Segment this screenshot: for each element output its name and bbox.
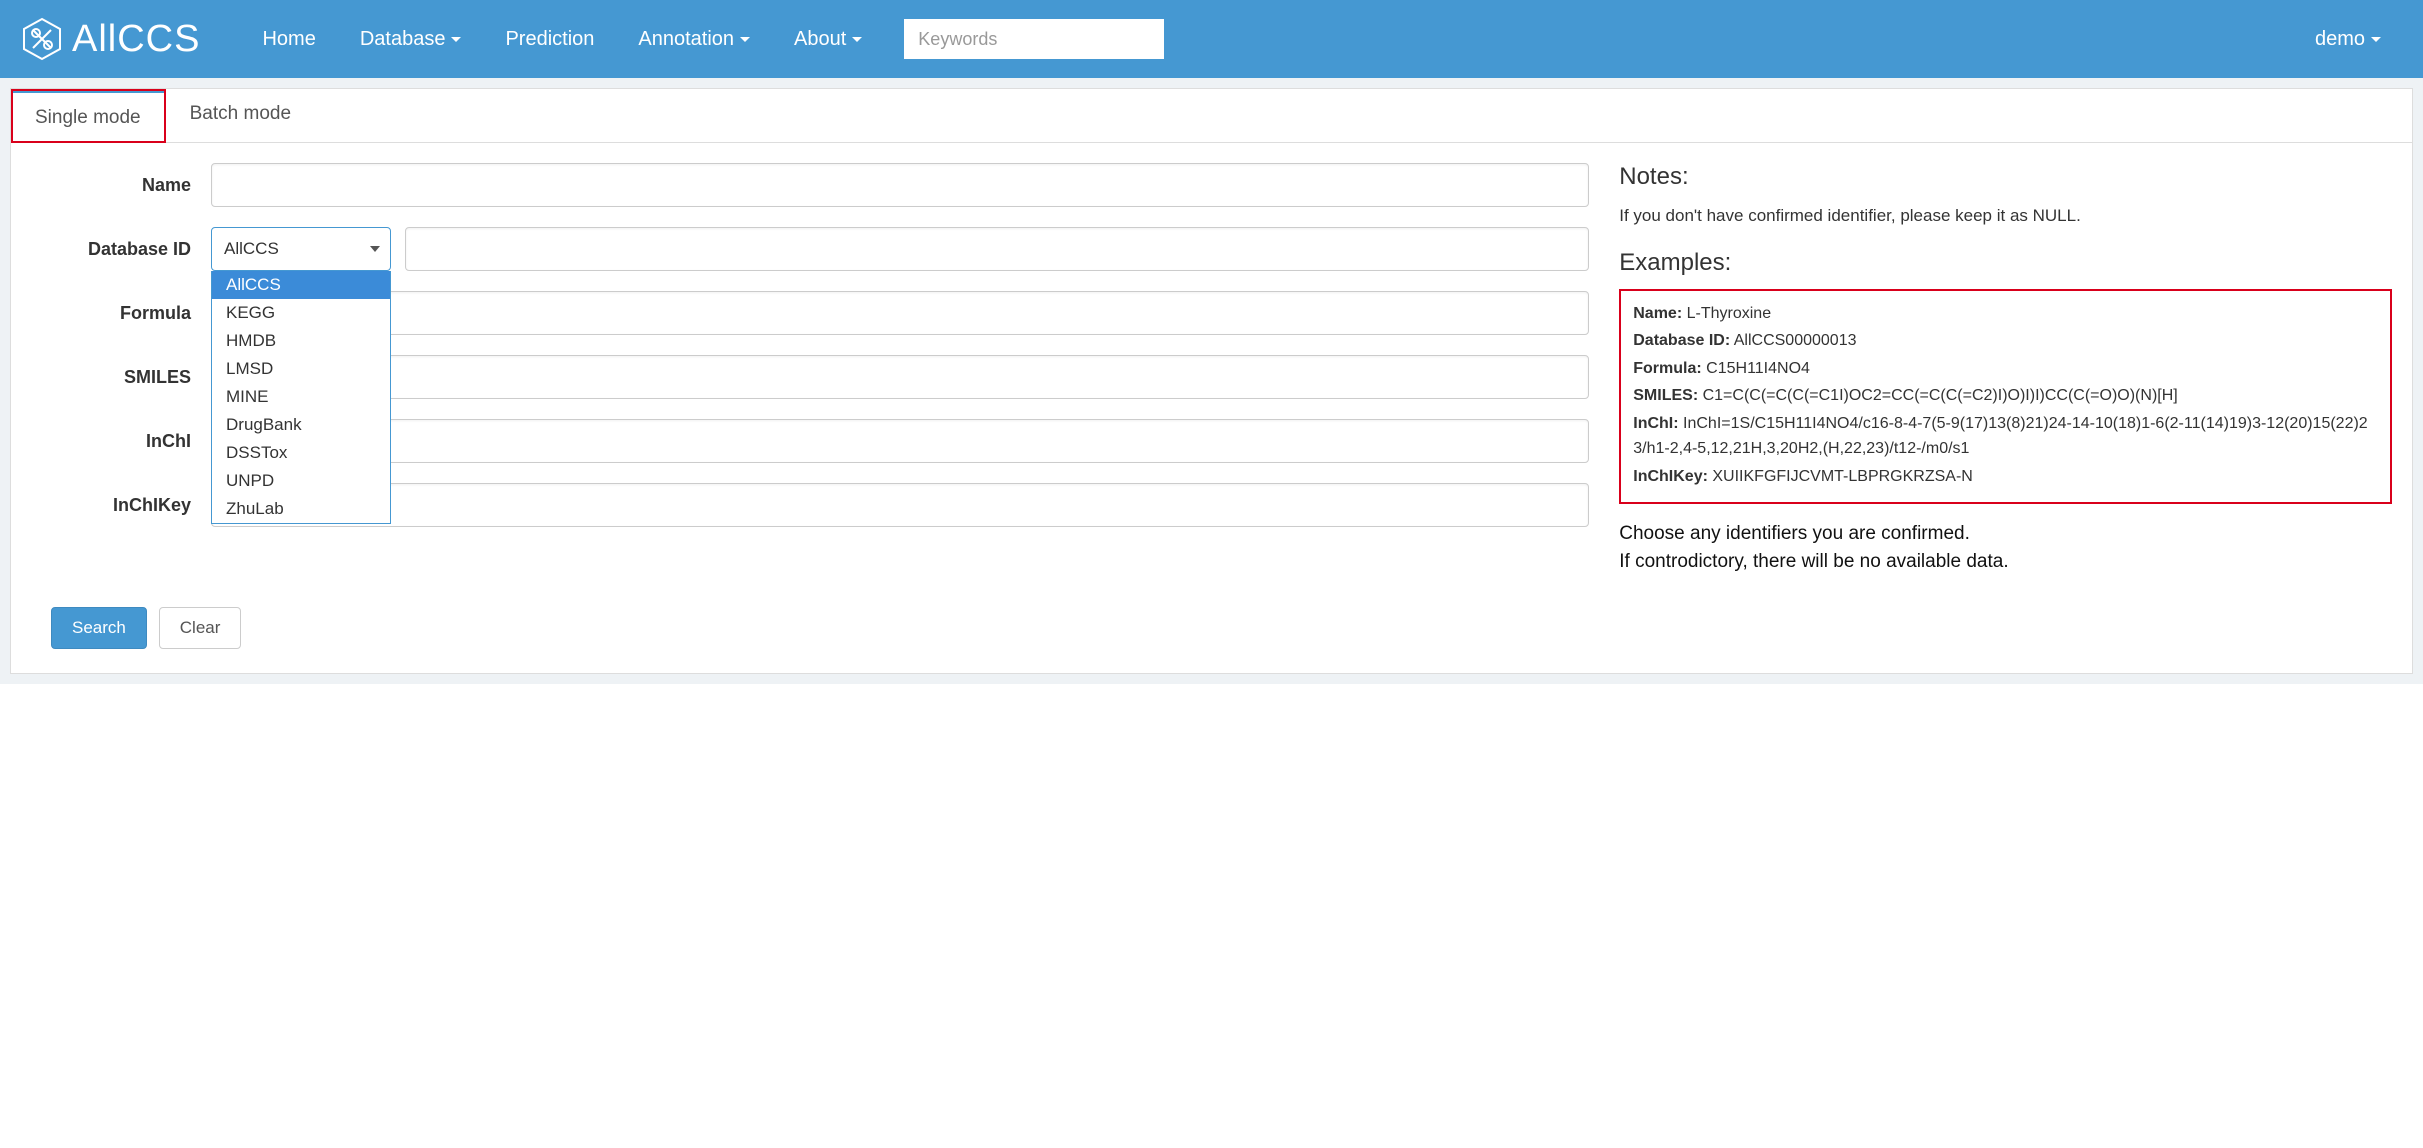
button-row: Search Clear: [11, 607, 2412, 673]
nav-database[interactable]: Database: [360, 28, 462, 51]
nav-database-label: Database: [360, 28, 446, 51]
tab-single-mode[interactable]: Single mode: [11, 89, 166, 143]
brand-link[interactable]: AllCCS: [20, 17, 200, 61]
ex-dbid-value: AllCCS00000013: [1734, 332, 1857, 349]
examples-heading: Examples:: [1619, 249, 2392, 277]
nav-annotation-label: Annotation: [638, 28, 734, 51]
database-id-input[interactable]: [405, 227, 1589, 271]
ex-name-value: L-Thyroxine: [1687, 305, 1771, 322]
dropdown-option-drugbank[interactable]: DrugBank: [212, 411, 390, 439]
nav-home-label: Home: [262, 28, 315, 51]
inchi-input[interactable]: [211, 419, 1589, 463]
page-wrap: Single mode Batch mode Name Database ID …: [0, 78, 2423, 684]
user-menu[interactable]: demo: [2315, 28, 2381, 51]
brand-text: AllCCS: [72, 18, 200, 61]
notes-heading: Notes:: [1619, 163, 2392, 191]
ex-formula-value: C15H11I4NO4: [1706, 360, 1810, 377]
chevron-down-icon: [2371, 37, 2381, 42]
nav-list: Home Database Prediction Annotation Abou…: [240, 19, 2403, 59]
label-formula: Formula: [31, 303, 211, 324]
dropdown-option-mine[interactable]: MINE: [212, 383, 390, 411]
form-column: Name Database ID AllCCS AllCCS KEGG HMD: [31, 163, 1589, 577]
nav-about-label: About: [794, 28, 846, 51]
search-button[interactable]: Search: [51, 607, 147, 649]
database-select-wrap: AllCCS AllCCS KEGG HMDB LMSD MINE DrugBa…: [211, 227, 391, 271]
dropdown-option-zhulab[interactable]: ZhuLab: [212, 495, 390, 523]
smiles-input[interactable]: [211, 355, 1589, 399]
ex-dbid-label: Database ID:: [1633, 332, 1730, 349]
notes-text: If you don't have confirmed identifier, …: [1619, 203, 2392, 229]
tab-bar: Single mode Batch mode: [11, 89, 2412, 143]
dropdown-option-unpd[interactable]: UNPD: [212, 467, 390, 495]
ex-name-label: Name:: [1633, 305, 1682, 322]
dropdown-option-hmdb[interactable]: HMDB: [212, 327, 390, 355]
footer-note: Choose any identifiers you are confirmed…: [1619, 520, 2392, 577]
label-inchikey: InChIKey: [31, 495, 211, 516]
ex-inchikey-label: InChIKey:: [1633, 468, 1708, 485]
footer-note-line2: If controdictory, there will be no avail…: [1619, 548, 2392, 577]
database-dropdown: AllCCS KEGG HMDB LMSD MINE DrugBank DSST…: [211, 271, 391, 524]
formula-input[interactable]: [211, 291, 1589, 335]
chevron-down-icon: [740, 37, 750, 42]
inchikey-input[interactable]: [211, 483, 1589, 527]
nav-prediction[interactable]: Prediction: [505, 28, 594, 51]
dropdown-option-allccs[interactable]: AllCCS: [212, 271, 390, 299]
nav-home[interactable]: Home: [262, 28, 315, 51]
nav-prediction-label: Prediction: [505, 28, 594, 51]
chevron-down-icon: [451, 37, 461, 42]
chevron-down-icon: [852, 37, 862, 42]
notes-column: Notes: If you don't have confirmed ident…: [1589, 163, 2392, 577]
ex-inchi-label: InChI:: [1633, 415, 1678, 432]
nav-annotation[interactable]: Annotation: [638, 28, 750, 51]
ex-inchi-value: InChI=1S/C15H11I4NO4/c16-8-4-7(5-9(17)13…: [1633, 415, 2367, 458]
database-select[interactable]: AllCCS: [211, 227, 391, 271]
label-database-id: Database ID: [31, 239, 211, 260]
content: Name Database ID AllCCS AllCCS KEGG HMD: [11, 143, 2412, 607]
ex-inchikey-value: XUIIKFGFIJCVMT-LBPRGKRZSA-N: [1712, 468, 1972, 485]
dropdown-option-dsstox[interactable]: DSSTox: [212, 439, 390, 467]
clear-button[interactable]: Clear: [159, 607, 242, 649]
tab-batch-mode[interactable]: Batch mode: [166, 89, 316, 142]
brand-hex-icon: [20, 17, 64, 61]
label-inchi: InChI: [31, 431, 211, 452]
dropdown-option-lmsd[interactable]: LMSD: [212, 355, 390, 383]
keywords-search-input[interactable]: [904, 19, 1164, 59]
nav-about[interactable]: About: [794, 28, 862, 51]
ex-smiles-value: C1=C(C(=C(C(=C1I)OC2=CC(=C(C(=C2)I)O)I)I…: [1703, 387, 2178, 404]
name-input[interactable]: [211, 163, 1589, 207]
database-select-value: AllCCS: [224, 239, 279, 259]
label-name: Name: [31, 175, 211, 196]
navbar: AllCCS Home Database Prediction Annotati…: [0, 0, 2423, 78]
label-smiles: SMILES: [31, 367, 211, 388]
ex-smiles-label: SMILES:: [1633, 387, 1698, 404]
user-label: demo: [2315, 28, 2365, 51]
dropdown-option-kegg[interactable]: KEGG: [212, 299, 390, 327]
chevron-down-icon: [370, 246, 380, 252]
example-box: Name: L-Thyroxine Database ID: AllCCS000…: [1619, 289, 2392, 504]
main-panel: Single mode Batch mode Name Database ID …: [10, 88, 2413, 674]
footer-note-line1: Choose any identifiers you are confirmed…: [1619, 520, 2392, 549]
ex-formula-label: Formula:: [1633, 360, 1701, 377]
